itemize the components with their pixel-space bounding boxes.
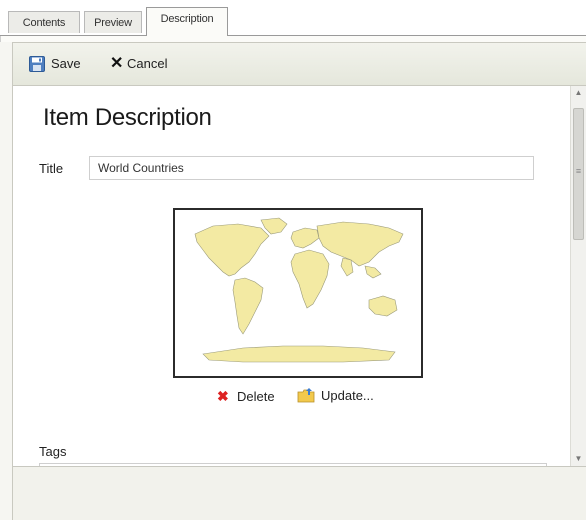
update-label: Update...	[321, 388, 374, 403]
thumbnail-image	[173, 208, 423, 378]
tab-contents[interactable]: Contents	[8, 11, 80, 33]
tab-description[interactable]: Description	[146, 7, 228, 36]
save-button[interactable]: Save	[27, 54, 97, 74]
delete-label: Delete	[237, 389, 275, 404]
floppy-disk-icon	[29, 56, 45, 72]
delete-icon: ✖	[217, 388, 229, 404]
save-label: Save	[51, 56, 81, 71]
toolbar: Save ✕ Cancel	[12, 42, 586, 86]
title-label: Title	[39, 161, 64, 176]
world-map-thumbnail	[194, 217, 404, 363]
grip-icon: ≡	[575, 166, 582, 176]
folder-upload-icon	[297, 387, 315, 402]
cancel-button[interactable]: ✕ Cancel	[105, 54, 185, 74]
description-panel: Item Description Title World Countries ✖…	[12, 86, 570, 466]
close-icon: ✕	[110, 55, 124, 72]
tab-preview[interactable]: Preview	[84, 11, 142, 33]
update-button[interactable]: Update...	[297, 386, 374, 406]
page-title: Item Description	[43, 104, 212, 131]
cancel-label: Cancel	[127, 56, 168, 71]
scrollbar-thumb[interactable]: ≡	[573, 108, 584, 240]
footer-panel	[12, 466, 586, 520]
scroll-down-arrow-icon[interactable]: ▼	[571, 452, 586, 466]
vertical-scrollbar[interactable]: ▲ ≡ ▼	[570, 86, 586, 466]
scroll-up-arrow-icon[interactable]: ▲	[571, 86, 586, 100]
tab-divider	[0, 35, 586, 36]
tags-label: Tags	[39, 444, 67, 459]
delete-button[interactable]: ✖ Delete	[217, 386, 275, 406]
tab-bar: Contents Preview Description	[0, 0, 586, 36]
title-input[interactable]	[89, 156, 534, 180]
